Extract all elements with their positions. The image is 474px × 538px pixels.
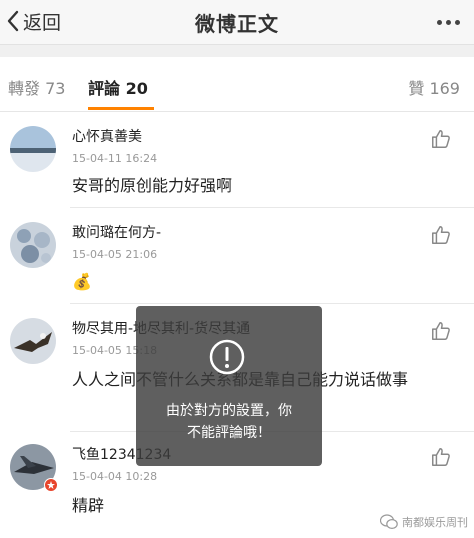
tab-likes[interactable]: 贊 169: [408, 75, 460, 99]
exclamation-icon: [209, 339, 245, 375]
comment-author[interactable]: 敢问璐在何方-: [72, 222, 161, 242]
avatar[interactable]: [10, 126, 56, 172]
toast-line-2: 不能評論哦！: [187, 425, 271, 441]
tab-comments[interactable]: 評論 20: [88, 75, 148, 99]
comment-item: 心怀真善美 15-04-11 16:24 安哥的原创能力好强啊: [0, 112, 474, 208]
verified-badge-icon: [44, 478, 58, 492]
toast-line-1: 由於對方的設置，你: [166, 403, 292, 419]
comment-author[interactable]: 心怀真善美: [72, 126, 142, 146]
watermark: 南都娱乐周刊: [380, 514, 468, 530]
permission-toast: 由於對方的設置，你 不能評論哦！: [136, 306, 322, 466]
like-icon[interactable]: [430, 128, 452, 150]
toast-message: 由於對方的設置，你 不能評論哦！: [136, 400, 322, 444]
comment-time: 15-04-11 16:24: [72, 152, 158, 165]
comment-text: 精辟: [72, 496, 105, 515]
like-icon[interactable]: [430, 224, 452, 246]
comment-time: 15-04-04 10:28: [72, 470, 158, 483]
like-icon[interactable]: [430, 446, 452, 468]
active-tab-indicator: [88, 107, 154, 110]
like-icon[interactable]: [430, 320, 452, 342]
comment-time: 15-04-05 21:06: [72, 248, 158, 261]
tab-bar: 轉發 73 評論 20 贊 169: [0, 57, 474, 112]
comment-text: 安哥的原创能力好强啊: [72, 176, 233, 195]
avatar[interactable]: [10, 222, 56, 268]
tab-reposts[interactable]: 轉發 73: [8, 75, 65, 99]
money-bag-emoji: 💰: [72, 272, 92, 291]
page-title: 微博正文: [195, 12, 279, 36]
nav-bar: 返回 微博正文: [0, 0, 474, 45]
wechat-icon: [380, 514, 398, 530]
watermark-text: 南都娱乐周刊: [402, 516, 468, 529]
section-divider: [0, 45, 474, 57]
comment-item: 敢问璐在何方- 15-04-05 21:06 💰: [0, 208, 474, 304]
avatar[interactable]: [10, 318, 56, 364]
more-options-icon[interactable]: [437, 20, 460, 25]
